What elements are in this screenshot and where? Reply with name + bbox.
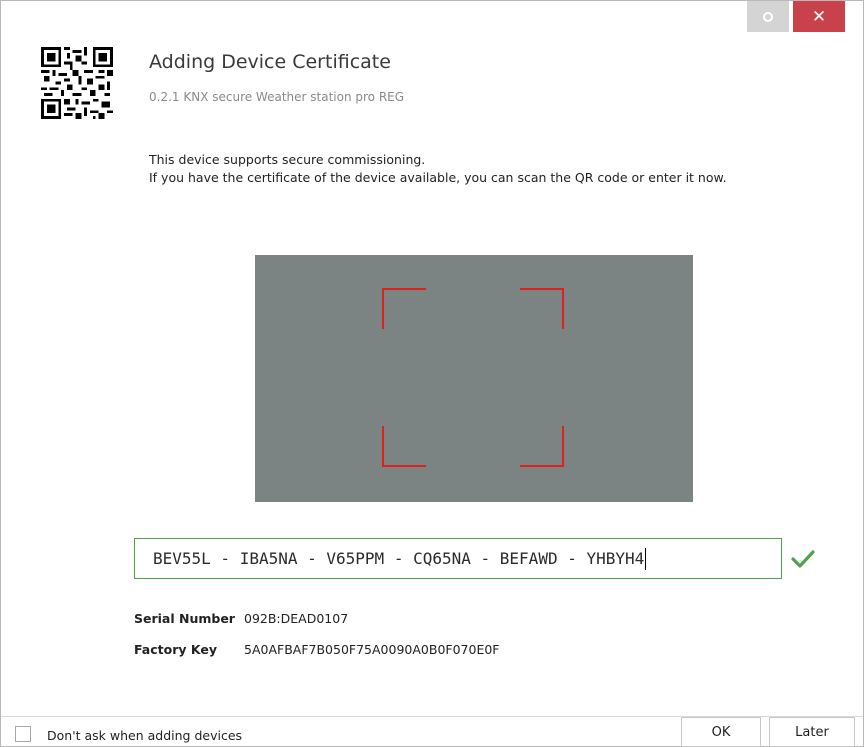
qr-scanner-view[interactable]	[255, 255, 693, 502]
close-icon: ✕	[811, 6, 827, 27]
description: This device supports secure commissionin…	[149, 151, 789, 187]
factory-key-label: Factory Key	[134, 642, 217, 657]
scan-frame-corners	[382, 288, 564, 467]
dialog-window: ✕ Adding Device Certificate 0.2.1 KNX se…	[0, 0, 864, 747]
text-caret	[645, 547, 647, 570]
description-line-2: If you have the certificate of the devic…	[149, 170, 727, 185]
ok-button[interactable]: OK	[681, 717, 761, 747]
serial-number-label: Serial Number	[134, 611, 235, 626]
description-line-1: This device supports secure commissionin…	[149, 152, 426, 167]
certificate-key-input[interactable]: BEV55L - IBA5NA - V65PPM - CQ65NA - BEFA…	[134, 538, 782, 579]
dont-ask-label[interactable]: Don't ask when adding devices	[47, 728, 242, 743]
settings-button[interactable]	[747, 1, 789, 32]
certificate-key-value: BEV55L - IBA5NA - V65PPM - CQ65NA - BEFA…	[153, 549, 645, 568]
device-subtitle: 0.2.1 KNX secure Weather station pro REG	[149, 90, 405, 104]
qr-code-icon	[41, 47, 113, 119]
close-button[interactable]: ✕	[793, 1, 845, 32]
dont-ask-checkbox[interactable]	[15, 726, 31, 742]
settings-dot-icon	[763, 11, 773, 22]
later-button[interactable]: Later	[769, 717, 855, 747]
dialog-title: Adding Device Certificate	[149, 51, 391, 73]
serial-number-value: 092B:DEAD0107	[244, 611, 349, 626]
factory-key-value: 5A0AFBAF7B050F75A0090A0B0F070E0F	[244, 642, 500, 657]
check-icon	[791, 550, 815, 568]
